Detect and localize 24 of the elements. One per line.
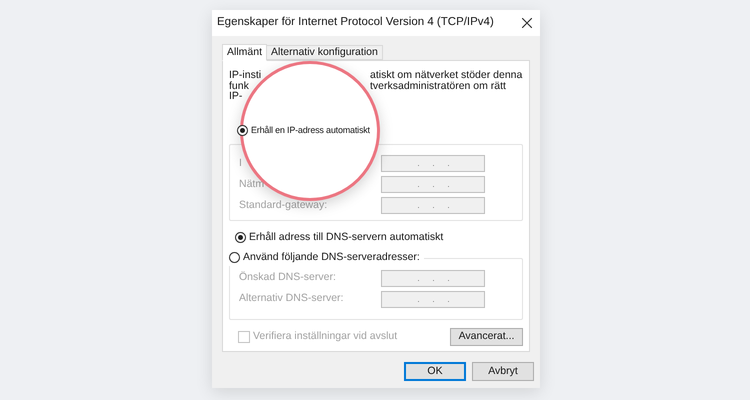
intro-text-fragment: atiskt om nätverket stöder denna xyxy=(370,70,523,80)
field-label: Standard-gateway: xyxy=(239,198,328,213)
field-label: Önskad DNS-server: xyxy=(239,270,336,286)
dialog-button[interactable]: Avbryt xyxy=(472,362,534,381)
tab[interactable]: Alternativ konfiguration xyxy=(267,45,383,60)
radio-label: Erhåll en IP-adress automatiskt xyxy=(251,124,370,136)
radio-button[interactable] xyxy=(229,252,240,264)
radio-button[interactable] xyxy=(237,124,248,136)
radio-label: Använd följande DNS-serveradresser: xyxy=(243,250,420,265)
intro-text-fragment: IP-insti xyxy=(229,70,262,80)
radio-label: Erhåll adress till DNS-servern automatiskt xyxy=(249,230,444,245)
intro-text-fragment: IP- xyxy=(229,91,244,102)
intro-text-fragment: funk xyxy=(229,80,250,91)
field-label: Nätm xyxy=(239,176,264,192)
intro-text-fragment: tverksadministratören om rätt xyxy=(370,80,507,91)
radio-button[interactable] xyxy=(235,232,246,244)
tab[interactable]: Allmänt xyxy=(222,44,268,61)
close-icon[interactable] xyxy=(522,18,532,28)
field-label: Alternativ DNS-server: xyxy=(239,291,344,306)
field-label: I xyxy=(239,156,242,171)
window-title: Egenskaper för Internet Protocol Version 4 (TCP/IPv4) xyxy=(217,15,494,30)
dialog-button[interactable]: OK xyxy=(404,362,466,381)
checkbox-label: Verifiera inställningar vid avslut xyxy=(253,328,398,344)
advanced-button[interactable]: Avancerat... xyxy=(450,328,523,346)
